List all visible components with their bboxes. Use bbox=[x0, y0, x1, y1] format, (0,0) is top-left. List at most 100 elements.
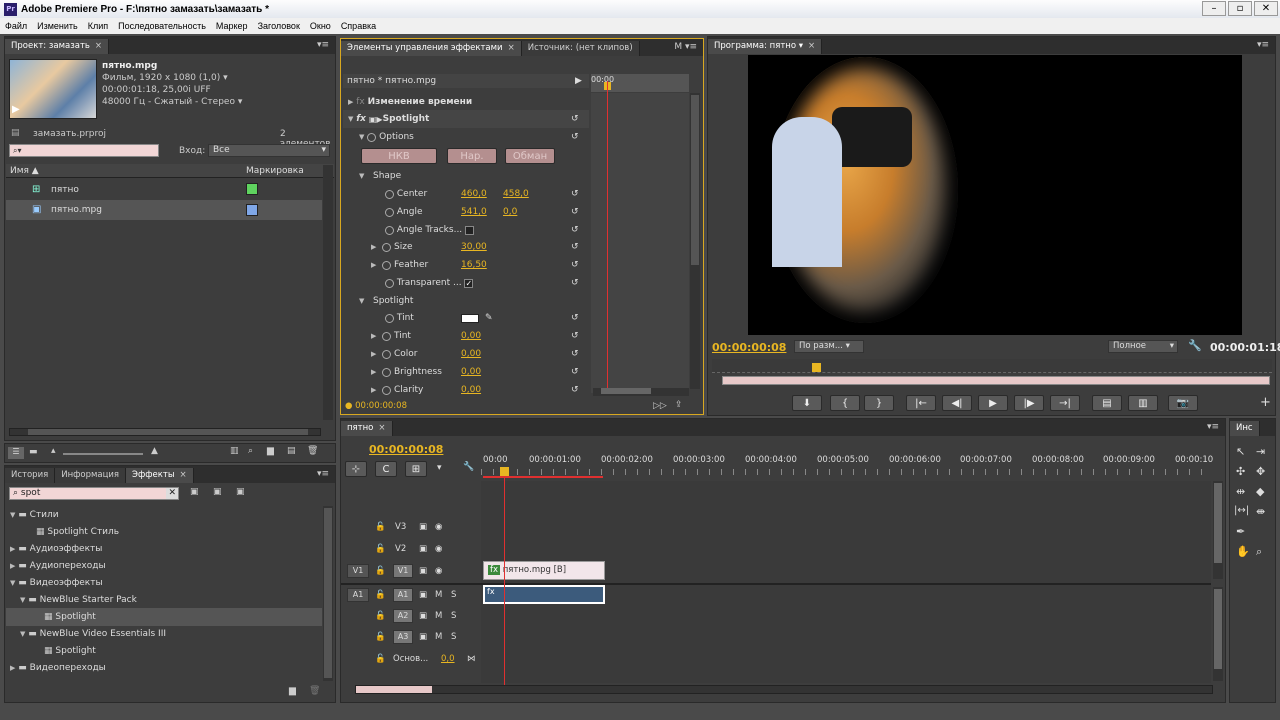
param-color[interactable]: ▶ Color 0,00 ↺ bbox=[343, 345, 589, 363]
option-button[interactable]: Нар. bbox=[447, 148, 497, 164]
param-center[interactable]: Center 460,0 458,0 ↺ bbox=[343, 185, 589, 203]
col-label[interactable]: Маркировка bbox=[246, 166, 304, 176]
vertical-scrollbar[interactable] bbox=[323, 165, 333, 420]
playhead-marker[interactable] bbox=[812, 363, 821, 372]
maximize-button[interactable]: ▫ bbox=[1228, 1, 1252, 16]
tree-item[interactable]: ▦ Spotlight bbox=[44, 642, 322, 660]
zoom-tool-icon[interactable]: ⌕ bbox=[1256, 545, 1262, 559]
spotlight-effect-row[interactable]: ▼ fx ▣▶ Spotlight ↺ bbox=[343, 110, 589, 128]
track-target-a3[interactable]: A3 bbox=[393, 630, 413, 644]
horizontal-scrollbar[interactable] bbox=[9, 428, 321, 436]
options-row[interactable]: ▼ Options ↺ bbox=[343, 128, 589, 146]
find-icon[interactable]: ⌕ bbox=[248, 446, 253, 456]
video-clip[interactable]: fx пятно.mpg [В] bbox=[483, 561, 605, 580]
source-patch-a1[interactable]: A1 bbox=[347, 588, 369, 602]
timeline-vscroll-audio[interactable] bbox=[1213, 587, 1223, 681]
tab-info[interactable]: Информация bbox=[55, 468, 127, 483]
go-to-out-button[interactable]: →| bbox=[1050, 395, 1080, 411]
in-select[interactable]: Все ▾ bbox=[208, 144, 330, 157]
minimize-button[interactable]: – bbox=[1202, 1, 1226, 16]
add-marker-button[interactable]: ⬇ bbox=[792, 395, 822, 411]
zoom-out-icon[interactable]: ▴ bbox=[51, 446, 56, 456]
timeline-vscroll-video[interactable] bbox=[1213, 481, 1223, 579]
checkbox[interactable] bbox=[465, 225, 475, 235]
track-header-master[interactable]: 🔓 Основ... 0,0 ⋈ bbox=[341, 649, 481, 669]
tab-project[interactable]: Проект: замазать × bbox=[5, 39, 110, 54]
close-button[interactable]: ✕ bbox=[1254, 1, 1278, 16]
panel-menu-icon[interactable]: M ▾≡ bbox=[674, 42, 697, 52]
tree-item[interactable]: ▶ ▬ Аудиопереходы bbox=[10, 557, 322, 575]
tree-item[interactable]: ▶ ▬ Видеопереходы bbox=[10, 659, 322, 677]
new-bin-icon[interactable]: ▆ bbox=[289, 686, 296, 696]
wrench-icon[interactable]: 🔧 bbox=[1188, 339, 1202, 352]
marker-icon[interactable]: ▾ bbox=[437, 463, 442, 473]
tree-item[interactable]: ▦ Spotlight Стиль bbox=[36, 523, 322, 541]
panel-menu-icon[interactable]: ▾≡ bbox=[317, 469, 329, 479]
menu-title[interactable]: Заголовок bbox=[253, 21, 305, 31]
option-button[interactable]: НКВ bbox=[361, 148, 437, 164]
ec-vertical-scrollbar[interactable] bbox=[690, 93, 700, 389]
selection-tool-icon[interactable]: ↖ bbox=[1236, 445, 1245, 458]
play-icon[interactable]: ▶ bbox=[12, 104, 20, 115]
col-name[interactable]: Имя ▲ bbox=[10, 166, 39, 176]
param-angle[interactable]: Angle 541,0 0,0 ↺ bbox=[343, 203, 589, 221]
quality-select[interactable]: Полное ▾ bbox=[1108, 340, 1178, 353]
track-target-a1[interactable]: A1 bbox=[393, 588, 413, 602]
list-view-icon[interactable]: ☰ bbox=[8, 447, 24, 459]
zoom-in-icon[interactable]: ▲ bbox=[151, 446, 158, 456]
32bit-effects-icon[interactable]: ▣ bbox=[213, 487, 222, 497]
add-button-icon[interactable]: + bbox=[1260, 395, 1271, 410]
play-button[interactable]: ▶ bbox=[978, 395, 1008, 411]
tree-item[interactable]: ▼ ▬ NewBlue Video Essentials III bbox=[20, 625, 322, 643]
rolling-edit-tool-icon[interactable]: ✥ bbox=[1256, 465, 1265, 478]
param-transparent[interactable]: Transparent ... ✓ ↺ bbox=[343, 274, 589, 292]
panel-menu-icon[interactable]: ▾≡ bbox=[317, 40, 329, 50]
tab-history[interactable]: История bbox=[5, 468, 56, 483]
razor-tool-icon[interactable]: ◆ bbox=[1256, 485, 1264, 498]
add-marker-icon[interactable]: ⊞ bbox=[405, 461, 427, 477]
pen-tool-icon[interactable]: ✒ bbox=[1236, 525, 1245, 538]
automate-icon[interactable]: ▥ bbox=[230, 446, 239, 456]
timeline-timecode[interactable]: 00:00:00:08 bbox=[369, 443, 443, 456]
track-header-a3[interactable]: 🔓 A3 ▣ MS bbox=[341, 627, 481, 647]
menu-sequence[interactable]: Последовательность bbox=[113, 21, 211, 31]
step-forward-button[interactable]: |▶ bbox=[1014, 395, 1044, 411]
option-button[interactable]: Обман bbox=[505, 148, 555, 164]
ec-horizontal-scrollbar[interactable] bbox=[593, 388, 689, 396]
track-header-a1[interactable]: A1 🔓 A1 ▣ MS bbox=[341, 585, 481, 605]
track-header-v2[interactable]: 🔓 V2 ▣ ◉ bbox=[341, 539, 481, 559]
tree-item[interactable]: ▼ ▬ Стили bbox=[10, 506, 322, 524]
menu-file[interactable]: Файл bbox=[0, 21, 32, 31]
effects-search-input[interactable]: ⌕ spot ✕ bbox=[9, 487, 179, 500]
source-patch-v1[interactable]: V1 bbox=[347, 564, 369, 578]
tab-source[interactable]: Источник: (нет клипов) bbox=[521, 41, 640, 56]
trash-icon[interactable]: 🗑 bbox=[307, 446, 318, 456]
tab-tools[interactable]: Инс bbox=[1230, 421, 1260, 436]
yuv-effects-icon[interactable]: ▣ bbox=[236, 487, 245, 497]
tab-effect-controls[interactable]: Элементы управления эффектами × bbox=[341, 41, 522, 56]
menu-help[interactable]: Справка bbox=[336, 21, 381, 31]
param-tint[interactable]: ▶ Tint 0,00 ↺ bbox=[343, 327, 589, 345]
menu-clip[interactable]: Клип bbox=[83, 21, 113, 31]
tree-item[interactable]: ▼ ▬ NewBlue Starter Pack bbox=[20, 591, 322, 609]
checkbox-checked[interactable]: ✓ bbox=[464, 278, 474, 288]
spotlight-group-row[interactable]: ▼ Spotlight bbox=[343, 292, 589, 310]
snap-button[interactable]: ⊹ bbox=[345, 461, 367, 477]
time-remap-row[interactable]: ▶ fx Изменение времени bbox=[343, 93, 589, 111]
link-button[interactable]: C bbox=[375, 461, 397, 477]
tab-program[interactable]: Программа: пятно ▾ × bbox=[708, 39, 823, 54]
tab-sequence[interactable]: пятно × bbox=[341, 421, 393, 436]
menu-window[interactable]: Окно bbox=[305, 21, 336, 31]
go-to-in-button[interactable]: |← bbox=[906, 395, 936, 411]
track-header-a2[interactable]: 🔓 A2 ▣ MS bbox=[341, 606, 481, 626]
track-select-tool-icon[interactable]: ⇥ bbox=[1256, 445, 1265, 458]
slide-tool-icon[interactable]: ⇼ bbox=[1256, 505, 1265, 518]
panel-menu-icon[interactable]: ▾≡ bbox=[1257, 40, 1269, 50]
tab-effects[interactable]: Эффекты × bbox=[126, 468, 194, 483]
work-area-bar[interactable] bbox=[483, 476, 603, 478]
program-zoom-bar[interactable] bbox=[722, 376, 1270, 385]
program-timecode[interactable]: 00:00:00:08 bbox=[712, 341, 786, 354]
timeline-hscroll[interactable] bbox=[355, 685, 1213, 694]
trash-icon[interactable]: 🗑 bbox=[309, 686, 320, 696]
ec-export-icon[interactable]: ⇪ bbox=[675, 400, 683, 410]
